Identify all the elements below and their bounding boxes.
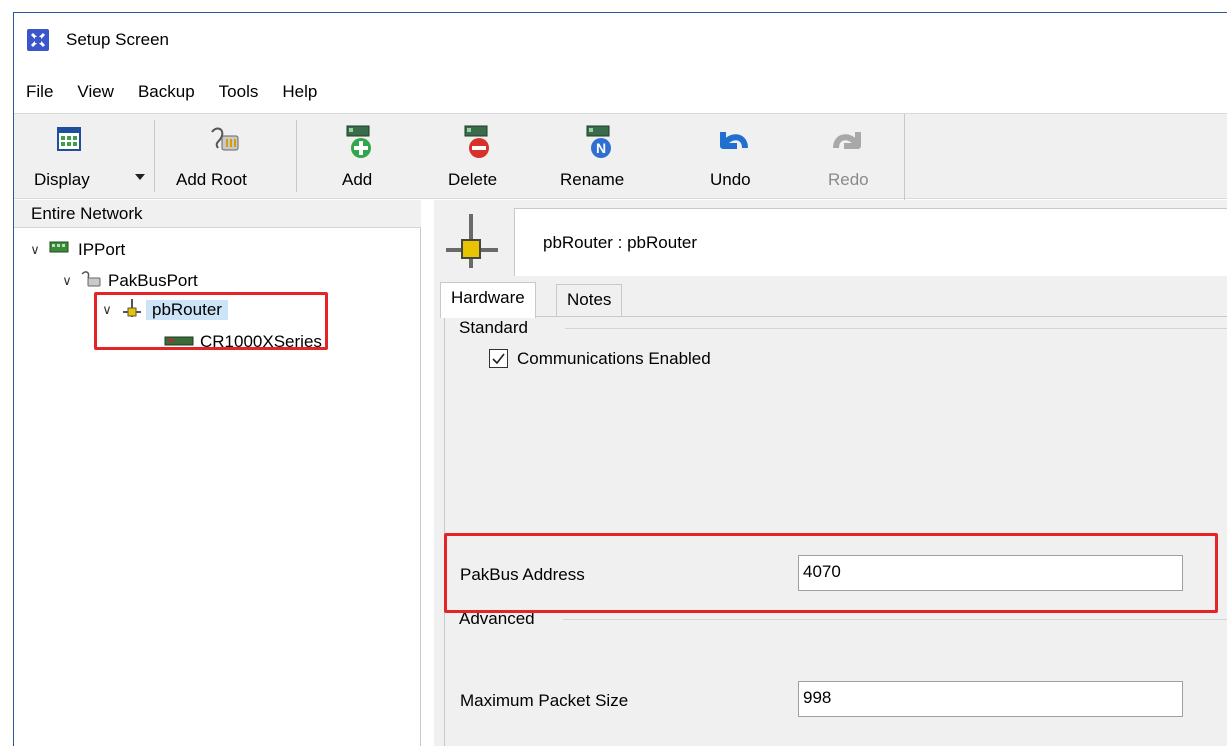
network-tree: Entire Network ∨ IPPort ∨ PakBusPort ∨ p… <box>14 200 421 746</box>
hardware-panel: Standard Communications Enabled PakBus A… <box>444 316 1227 746</box>
chevron-down-icon[interactable]: ∨ <box>28 242 42 258</box>
plug-icon <box>80 270 104 293</box>
redo-icon <box>828 122 868 162</box>
datalogger-icon <box>164 332 194 352</box>
tree-node-pakbusport[interactable]: ∨ PakBusPort <box>60 268 198 294</box>
add-device-icon <box>339 122 379 162</box>
advanced-group-label: Advanced <box>459 609 539 629</box>
pakbus-address-input[interactable]: 4070 <box>798 555 1183 591</box>
tree-node-ipport[interactable]: ∨ IPPort <box>28 237 125 263</box>
add-label: Add <box>342 170 373 189</box>
rename-label: Rename <box>560 170 625 189</box>
display-grid-icon <box>46 122 86 162</box>
display-label: Display <box>34 170 90 189</box>
tree-node-label: pbRouter <box>146 300 228 320</box>
redo-button[interactable]: Redo <box>808 116 888 198</box>
communications-enabled-checkbox[interactable] <box>489 349 508 368</box>
toolbar-separator <box>296 120 297 192</box>
toolbar-separator <box>154 120 155 192</box>
tree-node-label: IPPort <box>78 240 126 259</box>
tree-node-label: CR1000XSeries <box>200 332 322 351</box>
tree-node-cr1000xseries[interactable]: CR1000XSeries <box>164 329 322 355</box>
menu-view[interactable]: View <box>65 82 126 102</box>
router-icon <box>122 298 142 323</box>
tree-header: Entire Network <box>14 200 421 228</box>
tree-node-label: PakBusPort <box>108 271 198 290</box>
menu-bar: File View Backup Tools Help <box>14 77 329 107</box>
add-button[interactable]: Add <box>314 116 404 198</box>
title-bar: Setup Screen <box>14 13 1227 73</box>
communications-enabled-label: Communications Enabled <box>517 349 711 368</box>
tab-notes[interactable]: Notes <box>556 284 623 316</box>
undo-label: Undo <box>710 170 751 189</box>
toolbar: Display Add Root Add Delete N Rename Und… <box>14 113 1227 200</box>
detail-header: pbRouter : pbRouter <box>434 200 1227 282</box>
tab-hardware[interactable]: Hardware <box>440 282 536 318</box>
rename-device-icon: N <box>579 122 619 162</box>
menu-file[interactable]: File <box>14 82 65 102</box>
delete-button[interactable]: Delete <box>432 116 522 198</box>
redo-label: Redo <box>828 170 869 189</box>
ipport-icon <box>48 240 72 261</box>
dropdown-arrow-icon[interactable] <box>134 166 146 186</box>
standard-group-label: Standard <box>459 318 532 338</box>
chevron-down-icon[interactable]: ∨ <box>100 302 114 318</box>
detail-title: pbRouter : pbRouter <box>543 233 698 252</box>
device-detail-pane: pbRouter : pbRouter Hardware Notes Stand… <box>434 200 1227 746</box>
detail-title-box: pbRouter : pbRouter <box>514 208 1227 276</box>
window-title: Setup Screen <box>66 30 170 49</box>
pakbus-address-label: PakBus Address <box>460 565 585 584</box>
plug-icon <box>206 122 246 162</box>
delete-label: Delete <box>448 170 498 189</box>
group-divider <box>563 619 1227 620</box>
add-root-label: Add Root <box>176 170 247 189</box>
maximum-packet-size-input[interactable]: 998 <box>798 681 1183 717</box>
undo-icon <box>713 122 753 162</box>
undo-button[interactable]: Undo <box>688 116 778 198</box>
menu-backup[interactable]: Backup <box>126 82 207 102</box>
setup-screen-window: Setup Screen File View Backup Tools Help <box>13 12 1227 746</box>
tree-node-pbrouter[interactable]: ∨ pbRouter <box>100 297 228 323</box>
group-divider <box>565 328 1227 329</box>
chevron-down-icon[interactable]: ∨ <box>60 273 74 289</box>
menu-tools[interactable]: Tools <box>207 82 271 102</box>
menu-help[interactable]: Help <box>270 82 329 102</box>
detail-tabs: Hardware Notes <box>434 282 1227 318</box>
maximum-packet-size-label: Maximum Packet Size <box>460 691 629 710</box>
checkmark-icon <box>492 353 505 365</box>
add-root-button[interactable]: Add Root <box>166 116 286 198</box>
rename-button[interactable]: N Rename <box>554 116 644 198</box>
toolbar-separator <box>904 114 905 200</box>
display-button[interactable]: Display <box>26 116 146 198</box>
app-icon <box>27 29 49 51</box>
delete-device-icon <box>457 122 497 162</box>
svg-text:N: N <box>596 140 606 156</box>
router-icon <box>442 210 502 272</box>
